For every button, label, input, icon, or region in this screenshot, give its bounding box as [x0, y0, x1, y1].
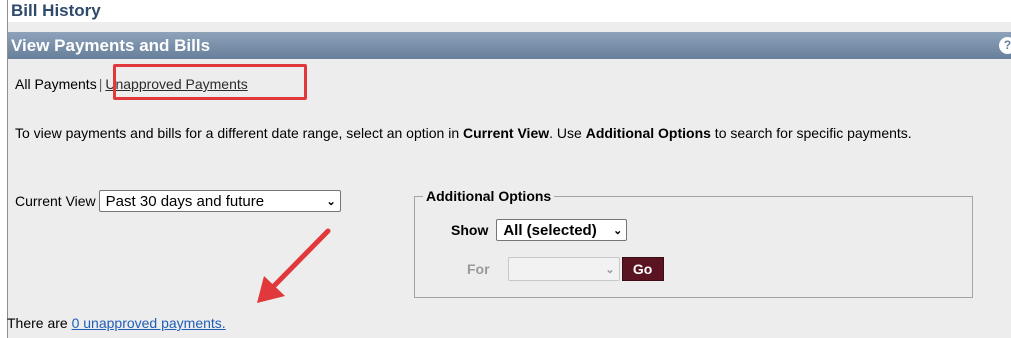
footer-summary: There are 0 unapproved payments. — [7, 315, 226, 331]
unapproved-payments-link[interactable]: 0 unapproved payments. — [72, 315, 226, 331]
arrow-annotation-icon — [257, 228, 331, 303]
footer-prefix: There are — [7, 315, 72, 331]
arrow-shaft — [267, 228, 331, 293]
